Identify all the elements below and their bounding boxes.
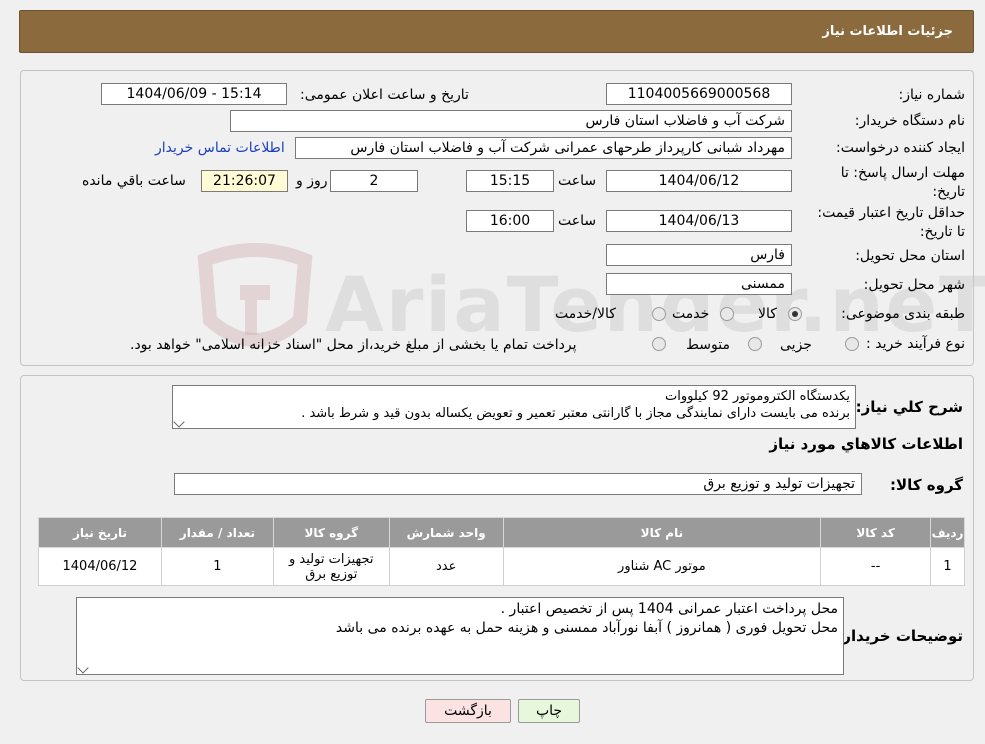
validity-time-field: 16:00 bbox=[466, 210, 554, 232]
deadline-label: مهلت ارسال پاسخ: تا تاریخ: bbox=[840, 165, 965, 200]
col-qty-header: تعداد / مقدار bbox=[160, 517, 274, 548]
table-header-row: رديف کد کالا نام کالا واحد شمارش گروه کا… bbox=[38, 517, 965, 548]
cell-unit: عدد bbox=[388, 547, 504, 586]
buyer-notes-line-2: محل تحویل فوری ( همانروز ) آبفا نورآباد … bbox=[335, 620, 838, 636]
announce-date-label: تاریخ و ساعت اعلان عمومی: bbox=[300, 87, 469, 103]
deadline-time-label: ساعت bbox=[558, 173, 597, 189]
deadline-date-field: 1404/06/12 bbox=[606, 170, 792, 192]
cell-qty: 1 bbox=[160, 547, 274, 586]
buyer-notes-label: توضيحات خريدار: bbox=[836, 627, 963, 645]
page-header: جزئیات اطلاعات نیاز bbox=[19, 10, 974, 53]
city-label: شهر محل تحویل: bbox=[863, 277, 965, 293]
cell-date: 1404/06/12 bbox=[38, 547, 162, 586]
category-both-radio[interactable] bbox=[652, 307, 666, 321]
table-row: 1 -- موتور AC شناور عدد تجهیزات تولید و … bbox=[38, 547, 965, 586]
back-button[interactable]: بازگشت bbox=[425, 699, 511, 723]
summary-line-1: یکدستگاه الکتروموتور 92 کیلووات bbox=[664, 389, 850, 404]
category-both-label: کالا/خدمت bbox=[555, 306, 616, 322]
days-label: روز و bbox=[296, 173, 328, 189]
col-group-header: گروه کالا bbox=[272, 517, 390, 548]
category-service-label: خدمت bbox=[672, 306, 710, 322]
col-code-header: کد کالا bbox=[820, 517, 932, 548]
summary-textarea: یکدستگاه الکتروموتور 92 کیلووات برنده می… bbox=[172, 385, 856, 429]
province-field: فارس bbox=[606, 244, 792, 266]
buyer-org-field: شرکت آب و فاضلاب استان فارس bbox=[230, 110, 792, 132]
validity-date-field: 1404/06/13 bbox=[606, 210, 792, 232]
category-goods-label: کالا bbox=[758, 306, 777, 322]
process-treasury-note: پرداخت تمام یا بخشی از مبلغ خرید،از محل … bbox=[130, 337, 577, 353]
goods-group-label: گروه کالا: bbox=[890, 476, 963, 494]
print-button[interactable]: چاپ bbox=[518, 699, 580, 723]
province-label: استان محل تحویل: bbox=[855, 248, 965, 264]
category-service-radio[interactable] bbox=[720, 307, 734, 321]
cell-row: 1 bbox=[930, 547, 965, 586]
col-unit-header: واحد شمارش bbox=[388, 517, 504, 548]
summary-line-2: برنده می بایست دارای نمایندگی مجاز با گا… bbox=[301, 406, 850, 421]
remaining-time-field: 21:26:07 bbox=[201, 170, 288, 192]
process-partial-label: جزیی bbox=[780, 337, 812, 353]
process-partial-radio[interactable] bbox=[845, 337, 859, 351]
goods-table: رديف کد کالا نام کالا واحد شمارش گروه کا… bbox=[38, 517, 965, 586]
deadline-time-field: 15:15 bbox=[466, 170, 554, 192]
buyer-notes-textarea: محل پرداخت اعتبار عمرانی 1404 پس از تخصی… bbox=[76, 597, 844, 675]
goods-section-title: اطلاعات کالاهاي مورد نياز bbox=[769, 435, 963, 453]
col-row-header: رديف bbox=[930, 517, 965, 548]
validity-time-label: ساعت bbox=[558, 213, 597, 229]
process-medium-label: متوسط bbox=[686, 337, 730, 353]
validity-label: حداقل تاریخ اعتبار قیمت: تا تاریخ: bbox=[817, 205, 965, 240]
process-medium-radio[interactable] bbox=[748, 337, 762, 351]
category-label: طبقه بندی موضوعی: bbox=[841, 306, 965, 322]
announce-date-field: 1404/06/09 - 15:14 bbox=[101, 83, 287, 105]
cell-code: -- bbox=[820, 547, 932, 586]
city-field: ممسنی bbox=[606, 273, 792, 295]
buyer-org-label: نام دستگاه خریدار: bbox=[854, 113, 965, 129]
buyer-notes-line-1: محل پرداخت اعتبار عمرانی 1404 پس از تخصی… bbox=[500, 601, 838, 617]
days-field: 2 bbox=[330, 170, 418, 192]
need-number-label: شماره نیاز: bbox=[898, 87, 966, 103]
col-date-header: تاريخ نياز bbox=[38, 517, 162, 548]
goods-group-field: تجهیزات تولید و توزیع برق bbox=[174, 473, 862, 495]
cell-name: موتور AC شناور bbox=[502, 547, 822, 586]
need-number-field: 1104005669000568 bbox=[606, 83, 792, 105]
process-treasury-radio[interactable] bbox=[652, 337, 666, 351]
buyer-contact-link[interactable]: اطلاعات تماس خریدار bbox=[155, 140, 285, 156]
col-name-header: نام کالا bbox=[502, 517, 822, 548]
page-title: جزئیات اطلاعات نیاز bbox=[822, 24, 953, 39]
remaining-label: ساعت باقي مانده bbox=[82, 173, 186, 189]
creator-field: مهرداد شبانی کارپرداز طرحهای عمرانی شرکت… bbox=[295, 137, 792, 159]
creator-label: ایجاد کننده درخواست: bbox=[836, 140, 965, 156]
resize-grip-icon[interactable] bbox=[77, 662, 89, 674]
summary-label: شرح کلي نياز: bbox=[855, 398, 963, 416]
category-goods-radio[interactable] bbox=[788, 307, 802, 321]
process-type-label: نوع فرآیند خرید : bbox=[866, 336, 965, 352]
cell-group: تجهیزات تولید و توزیع برق bbox=[272, 547, 390, 586]
